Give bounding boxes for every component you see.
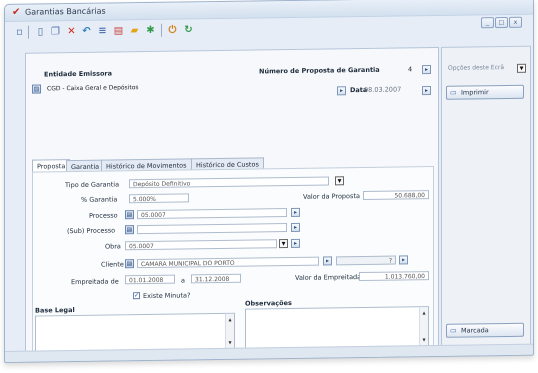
- toolbar-separator-2: [161, 23, 162, 37]
- proposal-search-button[interactable]: ▸: [422, 65, 431, 75]
- power-icon[interactable]: ⏻: [167, 25, 178, 36]
- obra-select[interactable]: 05.0007: [125, 239, 277, 251]
- subprocesso-field[interactable]: [137, 223, 287, 235]
- empreitada-separator: a: [181, 276, 185, 285]
- subprocesso-label: (Sub) Processo: [67, 226, 116, 236]
- copy-icon[interactable]: ❐: [50, 26, 61, 37]
- scroll-up-icon[interactable]: ▲: [226, 316, 234, 324]
- processo-label: Processo: [89, 211, 118, 220]
- printer-icon: ▭: [450, 88, 457, 97]
- minimize-button[interactable]: _: [481, 17, 494, 29]
- main-panel: Entidade Emissora ▤ CGD - Caixa Geral e …: [25, 46, 439, 357]
- marcada-label: Marcada: [461, 326, 489, 335]
- valor-empreitada-label: Valor da Empreitada: [295, 273, 362, 282]
- cliente-label: Cliente: [101, 260, 124, 269]
- minuta-checkbox[interactable]: ✓: [133, 292, 140, 300]
- tipo-garantia-label: Tipo de Garantia: [65, 180, 120, 190]
- marcada-button[interactable]: ▭ Marcada: [446, 322, 524, 338]
- cliente-field[interactable]: CAMARA MUNICIPAL DO PORTO: [137, 256, 319, 269]
- entity-lookup-button[interactable]: ▤: [32, 84, 41, 94]
- processo-lookup-button[interactable]: ▤: [125, 210, 134, 220]
- toolbar-separator: [28, 25, 29, 39]
- list-icon[interactable]: ≡: [97, 26, 108, 37]
- print-icon[interactable]: ▤: [113, 25, 124, 36]
- date-value: 08.03.2007: [364, 85, 402, 94]
- app-logo-icon: ✔: [12, 6, 21, 18]
- subprocesso-search-button[interactable]: ▸: [291, 222, 300, 232]
- maximize-button[interactable]: □: [495, 16, 508, 29]
- date-calendar-button[interactable]: ▸: [422, 86, 431, 96]
- obra-label: Obra: [105, 242, 121, 251]
- obra-chevron-down-icon[interactable]: ▼: [279, 239, 288, 249]
- empreitada-from-field[interactable]: 01.01.2008: [125, 274, 175, 285]
- right-sidebar: Opções deste Ecrã ▼ ▭ Imprimir ▭ Marcada: [441, 45, 531, 351]
- cliente-code-button[interactable]: ▸: [399, 255, 408, 265]
- stage: ✔ Garantias Bancárias _ □ x ▫ ▯ ❐ ✕ ↶ ≡ …: [0, 0, 538, 373]
- entity-label: Entidade Emissora: [44, 69, 113, 79]
- entity-field[interactable]: CGD - Caixa Geral e Depósitos: [44, 82, 204, 93]
- folder-icon[interactable]: ▰: [129, 25, 140, 36]
- cliente-search-button[interactable]: ▸: [323, 256, 332, 266]
- obs-scroll-up-icon[interactable]: ▲: [420, 309, 428, 317]
- options-chevron-down-icon[interactable]: ▼: [517, 63, 526, 73]
- new-icon[interactable]: ▫: [14, 27, 25, 38]
- app-window: ✔ Garantias Bancárias _ □ x ▫ ▯ ❐ ✕ ↶ ≡ …: [4, 0, 534, 363]
- pct-garantia-label: % Garantia: [81, 195, 118, 204]
- toolbar: ▫ ▯ ❐ ✕ ↶ ≡ ▤ ▰ ✱ ⏻ ↻: [5, 18, 225, 45]
- empreitada-to-field[interactable]: 31.12.2008: [191, 273, 241, 284]
- imprimir-label: Imprimir: [461, 88, 489, 97]
- scroll-down-icon[interactable]: ▼: [226, 339, 234, 347]
- cliente-lookup-button[interactable]: ▤: [125, 259, 134, 269]
- tipo-garantia-select[interactable]: Depósito Definitivo: [129, 176, 329, 189]
- proposta-tab-content: Tipo de Garantia Depósito Definitivo ▼ %…: [32, 165, 434, 354]
- imprimir-button[interactable]: ▭ Imprimir: [446, 84, 524, 100]
- valor-proposta-label: Valor da Proposta: [303, 192, 360, 201]
- valor-empreitada-field[interactable]: 1.013.760,00: [359, 271, 429, 282]
- bookmark-icon: ▭: [450, 326, 457, 335]
- proposal-number-label: Número de Proposta de Garantia: [259, 65, 380, 76]
- obra-search-button[interactable]: ▸: [291, 238, 300, 248]
- title-bar: ✔ Garantias Bancárias: [5, 0, 533, 22]
- processo-search-button[interactable]: ▸: [291, 207, 300, 217]
- delete-icon[interactable]: ✕: [66, 26, 77, 37]
- close-button[interactable]: x: [509, 16, 522, 28]
- new-document-icon[interactable]: ▯: [35, 26, 46, 37]
- export-icon[interactable]: ✱: [145, 25, 156, 36]
- proposal-number-value: 4: [408, 65, 413, 74]
- valor-proposta-field[interactable]: 50.688,00: [363, 190, 429, 200]
- observacoes-textarea[interactable]: ▲ ▼: [245, 306, 429, 350]
- base-legal-label: Base Legal: [35, 306, 75, 315]
- minuta-label: Existe Minuta?: [143, 291, 191, 301]
- base-legal-textarea[interactable]: ▲ ▼: [35, 312, 235, 353]
- pct-garantia-field[interactable]: 5.000%: [129, 193, 189, 204]
- base-legal-scrollbar[interactable]: ▲ ▼: [225, 313, 234, 349]
- subprocesso-lookup-button[interactable]: ▤: [125, 225, 134, 235]
- obs-scroll-down-icon[interactable]: ▼: [420, 336, 428, 344]
- chevron-down-icon[interactable]: ▼: [335, 176, 344, 186]
- empreitada-label: Empreitada de: [71, 277, 119, 287]
- cliente-code-field: ?: [336, 255, 396, 266]
- undo-icon[interactable]: ↶: [81, 26, 92, 37]
- options-select[interactable]: Opções deste Ecrã: [445, 63, 513, 73]
- window-title: Garantias Bancárias: [25, 6, 106, 17]
- observacoes-scrollbar[interactable]: ▲ ▼: [419, 307, 428, 347]
- date-picker-button[interactable]: ▸: [337, 86, 346, 96]
- processo-field[interactable]: 05.0007: [137, 208, 287, 220]
- observacoes-label: Observações: [245, 298, 292, 308]
- refresh-icon[interactable]: ↻: [183, 24, 194, 35]
